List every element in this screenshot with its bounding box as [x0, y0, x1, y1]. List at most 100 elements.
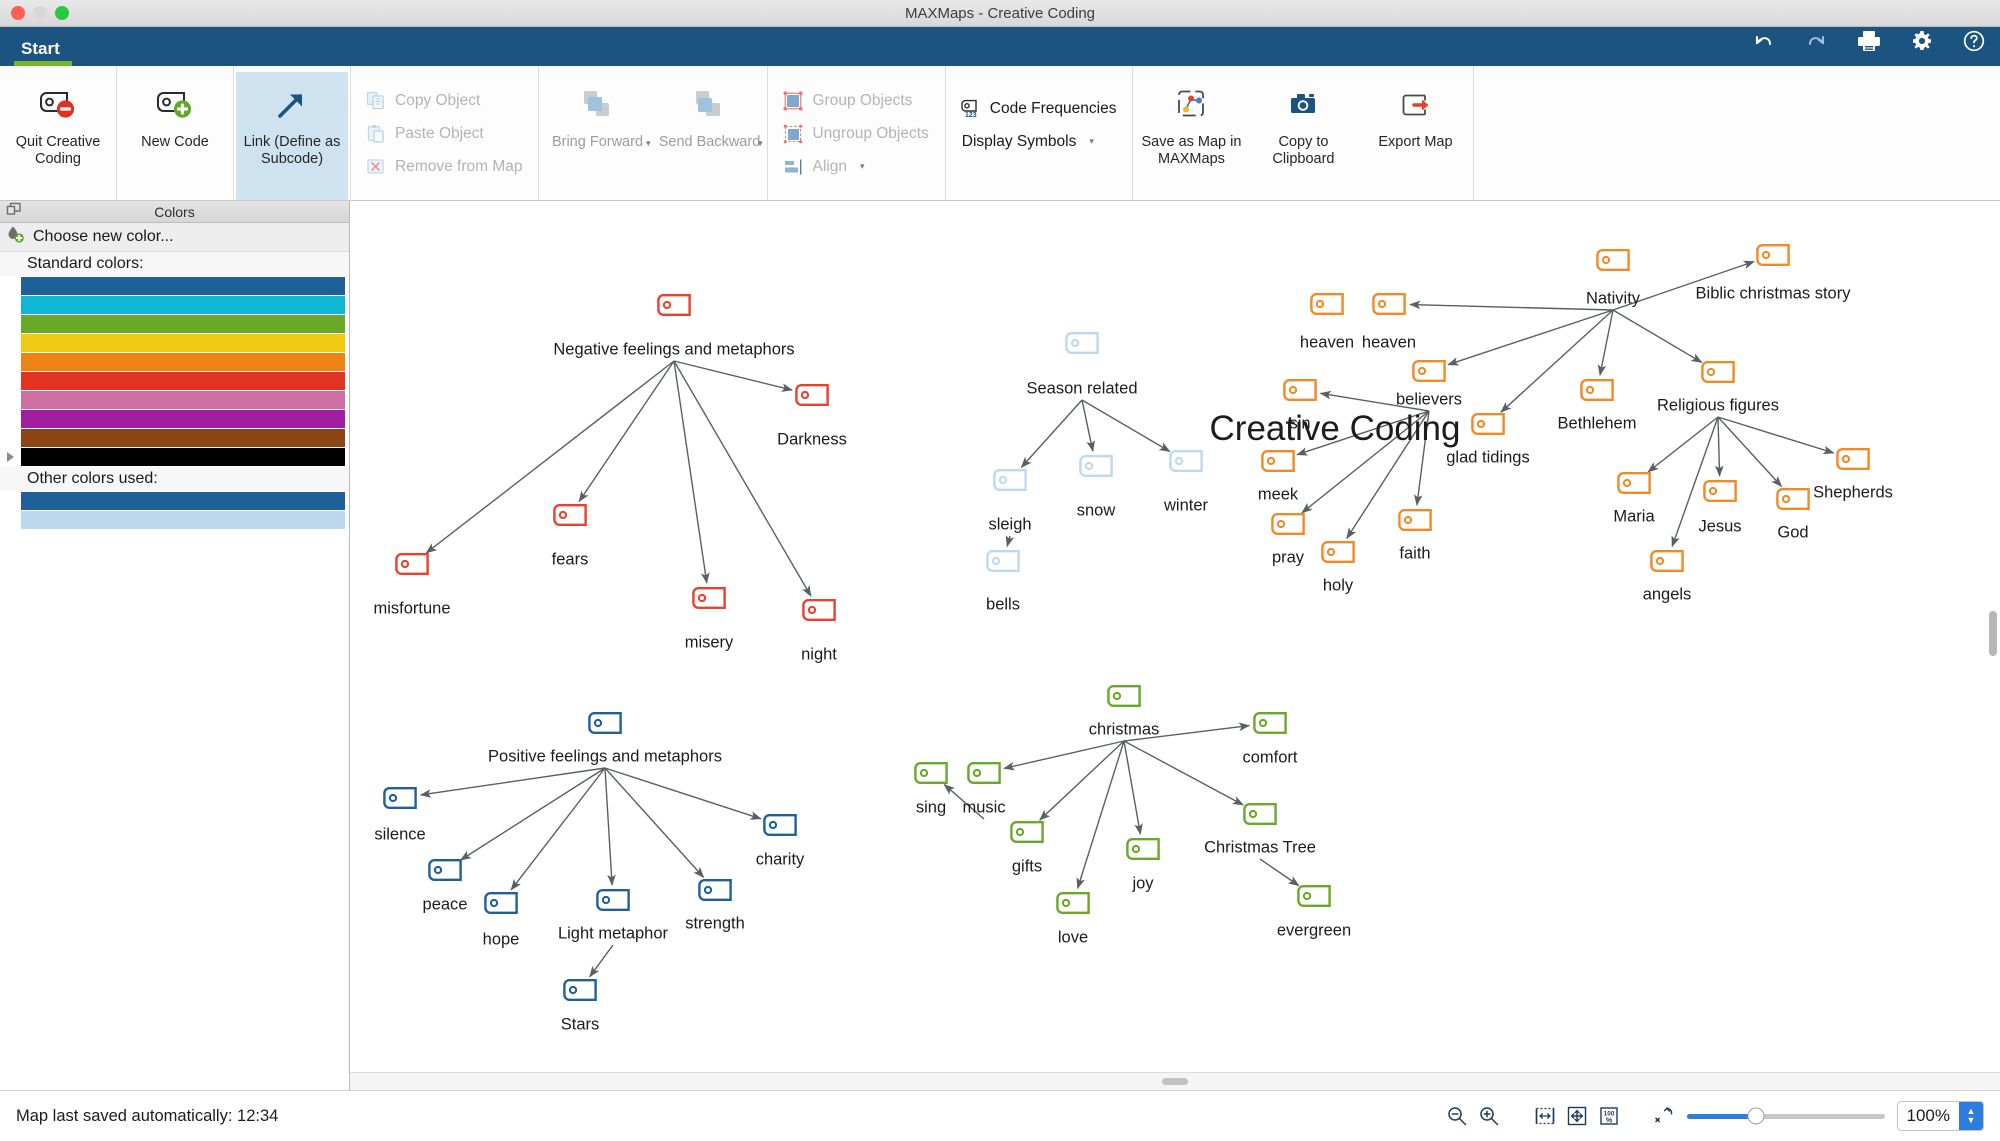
export-map-button[interactable]: Export Map [1359, 72, 1471, 200]
map-edge[interactable] [1647, 416, 1719, 473]
paste-object-label: Paste Object [395, 124, 484, 142]
reset-zoom-icon[interactable] [1649, 1100, 1681, 1132]
map-edge[interactable] [604, 767, 616, 886]
print-icon[interactable] [1856, 29, 1882, 58]
map-edge[interactable] [1081, 399, 1095, 452]
ungroup-objects-icon [782, 123, 803, 144]
code-tag-icon [382, 786, 418, 815]
map-edge[interactable] [604, 767, 762, 820]
map-edge[interactable] [1612, 309, 1703, 364]
color-swatch[interactable] [21, 510, 345, 529]
undo-icon[interactable] [1752, 29, 1776, 58]
map-edge[interactable] [1076, 740, 1125, 890]
expand-triangle-icon[interactable] [7, 451, 14, 462]
zoom-slider-knob[interactable] [1747, 1107, 1765, 1125]
map-edge[interactable] [589, 944, 614, 978]
map-edge[interactable] [673, 360, 793, 392]
bring-forward-button[interactable]: Bring Forward ▾ [541, 72, 653, 200]
send-backward-caret-icon[interactable]: ▾ [758, 138, 763, 149]
copy-to-clipboard-button[interactable]: Copy to Clipboard [1247, 72, 1359, 200]
actual-size-icon[interactable]: 100 % [1593, 1100, 1625, 1132]
map-edge[interactable] [1717, 416, 1783, 488]
color-swatch[interactable] [21, 491, 345, 510]
zoom-stepper-down-icon[interactable]: ▼ [1967, 1116, 1976, 1125]
tab-start[interactable]: Start [5, 39, 76, 66]
fit-width-icon[interactable] [1529, 1100, 1561, 1132]
map-edge[interactable] [1123, 740, 1244, 806]
map-edge[interactable] [673, 360, 812, 597]
map-edge[interactable] [1409, 300, 1614, 311]
map-edge[interactable] [1081, 399, 1171, 453]
color-swatch[interactable] [21, 295, 345, 314]
canvas-vertical-scrollbar[interactable] [1989, 611, 1997, 656]
remove-from-map-icon [365, 156, 386, 177]
code-frequencies-button[interactable]: 123 Code Frequencies [960, 92, 1116, 125]
map-edge[interactable] [1123, 740, 1143, 835]
quit-creative-coding-button[interactable]: Quit Creative Coding [2, 72, 114, 200]
color-swatch[interactable] [21, 371, 345, 390]
color-swatch-row [0, 428, 349, 447]
map-code-node-label: snow [1076, 501, 1116, 520]
map-edge[interactable] [1447, 309, 1614, 366]
gear-icon[interactable] [1910, 29, 1934, 58]
canvas-horizontal-scroll-thumb[interactable] [1162, 1078, 1188, 1085]
color-swatch[interactable] [21, 314, 345, 333]
map-edge[interactable] [1020, 399, 1083, 469]
map-edge[interactable] [425, 360, 675, 554]
group-objects-button[interactable]: Group Objects [782, 84, 928, 117]
map-edge[interactable] [578, 360, 675, 503]
help-icon[interactable] [1962, 29, 1986, 58]
zoom-in-icon[interactable] [1473, 1100, 1505, 1132]
ribbon-group-object-actions: Copy Object Paste Object Remove from Map [351, 66, 540, 200]
map-edge[interactable] [673, 360, 710, 584]
color-swatch[interactable] [21, 409, 345, 428]
save-as-map-button[interactable]: Save as Map in MAXMaps [1135, 72, 1247, 200]
map-edge[interactable] [1717, 416, 1835, 455]
send-backward-button[interactable]: Send Backward ▾ [653, 72, 765, 200]
map-edge[interactable] [459, 767, 606, 861]
color-swatch[interactable] [21, 333, 345, 352]
map-edge[interactable] [510, 767, 606, 891]
display-symbols-button[interactable]: Display Symbols ▾ [960, 125, 1117, 158]
choose-new-color-button[interactable]: Choose new color... [0, 223, 349, 252]
map-edge[interactable] [1039, 740, 1125, 821]
paste-object-button[interactable]: Paste Object [365, 117, 522, 150]
redo-icon[interactable] [1804, 29, 1828, 58]
color-swatch[interactable] [21, 447, 345, 466]
ungroup-objects-button[interactable]: Ungroup Objects [782, 117, 929, 150]
code-tag-icon [1055, 891, 1091, 920]
zoom-slider[interactable] [1686, 1107, 1885, 1125]
align-button[interactable]: Align ▾ [782, 150, 928, 183]
bring-forward-label: Bring Forward [551, 134, 644, 150]
map-edge[interactable] [1259, 858, 1300, 887]
display-column: 123 Code Frequencies Display Symbols ▾ [948, 72, 1131, 200]
color-swatch[interactable] [21, 428, 345, 447]
ribbon-group-arrange: Bring Forward ▾ Send Backward ▾ [539, 66, 769, 200]
map-canvas[interactable]: Creative Coding Negative feelings and me… [350, 201, 2000, 1090]
remove-from-map-button[interactable]: Remove from Map [365, 150, 522, 183]
map-edge[interactable] [604, 767, 705, 879]
zoom-stepper[interactable]: ▲ ▼ [1959, 1102, 1983, 1130]
align-caret-icon[interactable]: ▾ [860, 161, 865, 172]
map-edge[interactable] [1003, 740, 1125, 771]
map-edge[interactable] [1005, 535, 1015, 548]
color-swatch[interactable] [21, 390, 345, 409]
copy-object-button[interactable]: Copy Object [365, 84, 522, 117]
color-swatch[interactable] [21, 276, 345, 295]
link-define-as-subcode-button[interactable]: Link (Define as Subcode) [236, 72, 348, 200]
new-code-button[interactable]: New Code [119, 72, 231, 200]
window-titlebar: MAXMaps - Creative Coding [0, 0, 2000, 27]
bring-forward-caret-icon[interactable]: ▾ [646, 138, 651, 149]
map-edge[interactable] [1597, 309, 1614, 376]
map-code-node-label: believers [1395, 390, 1463, 409]
canvas-horizontal-scrollbar[interactable] [350, 1072, 2000, 1090]
fit-page-icon[interactable] [1561, 1100, 1593, 1132]
map-edge[interactable] [1714, 416, 1724, 477]
display-symbols-caret-icon[interactable]: ▾ [1089, 136, 1094, 147]
map-edge[interactable] [419, 767, 606, 798]
color-swatch[interactable] [21, 352, 345, 371]
map-code-node-label: God [1777, 523, 1809, 542]
zoom-out-icon[interactable] [1441, 1100, 1473, 1132]
quit-creative-coding-label: Quit Creative Coding [15, 134, 101, 167]
zoom-value-field[interactable]: 100% ▲ ▼ [1896, 1101, 1984, 1131]
